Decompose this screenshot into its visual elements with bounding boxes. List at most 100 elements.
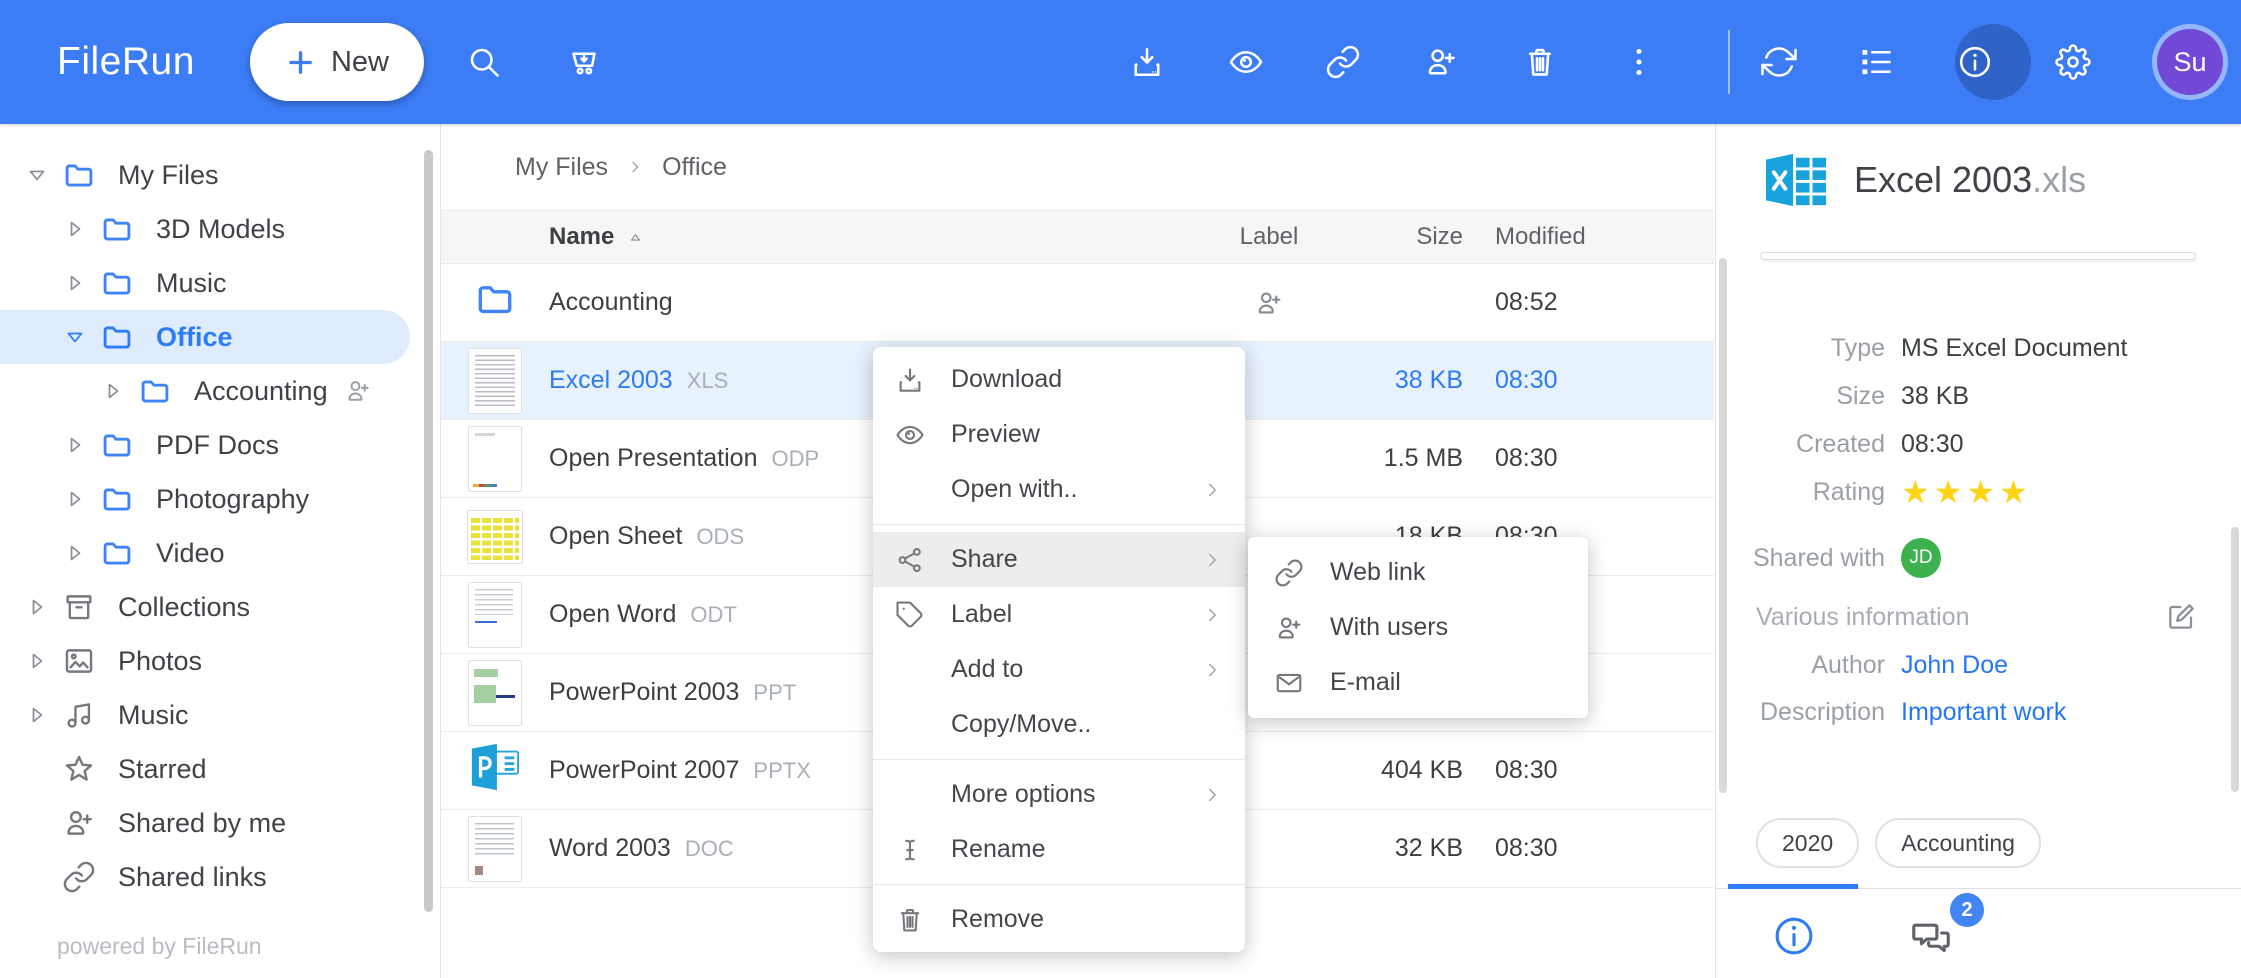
menu-item-label: Rename (951, 835, 1046, 864)
sidebar-item-accounting[interactable]: Accounting (0, 364, 440, 418)
sidebar-item-office[interactable]: Office (0, 310, 410, 364)
expand-toggle-icon[interactable] (60, 214, 90, 244)
detail-link-value[interactable]: John Doe (1901, 651, 2008, 680)
top-bar: FileRun New Su (0, 0, 2241, 124)
sidebar-item-starred[interactable]: Starred (0, 742, 440, 796)
toolbar-list-view-icon[interactable] (1858, 44, 1894, 80)
toolbar-eye-icon[interactable] (1228, 44, 1264, 80)
sidebar-scrollbar-thumb[interactable] (424, 150, 433, 912)
column-header-size[interactable]: Size (1349, 223, 1479, 251)
menu-item-label: Preview (951, 420, 1040, 449)
collapse-toggle-icon[interactable] (60, 322, 90, 352)
sidebar-item-photos[interactable]: Photos (0, 634, 440, 688)
toolbar-download-icon[interactable] (1129, 44, 1165, 80)
folder-icon (100, 320, 134, 354)
menu-item-web-link[interactable]: Web link (1248, 545, 1588, 600)
details-scrollbar-thumb[interactable] (2231, 527, 2239, 792)
column-header-modified[interactable]: Modified (1479, 223, 1714, 251)
powered-by-text: powered by FileRun (57, 933, 262, 960)
toolbar-search-icon[interactable] (466, 44, 502, 80)
sidebar-item-pdf-docs[interactable]: PDF Docs (0, 418, 440, 472)
sidebar-item-3d-models[interactable]: 3D Models (0, 202, 440, 256)
file-list-scrollbar-thumb[interactable] (1719, 258, 1727, 793)
sidebar-item-collections[interactable]: Collections (0, 580, 440, 634)
file-modified: 08:30 (1479, 366, 1714, 395)
sidebar-item-shared-by-me[interactable]: Shared by me (0, 796, 440, 850)
plus-icon (285, 47, 316, 78)
menu-item-label[interactable]: Label (873, 587, 1245, 642)
sidebar-item-music[interactable]: Music (0, 688, 440, 742)
file-thumbnail (467, 510, 523, 564)
edit-icon[interactable] (2165, 601, 2197, 633)
toolbar-refresh-icon[interactable] (1761, 44, 1797, 80)
menu-item-label: Open with.. (951, 475, 1077, 504)
menu-divider (873, 884, 1245, 885)
menu-item-with-users[interactable]: With users (1248, 600, 1588, 655)
detail-link-value[interactable]: Important work (1901, 698, 2066, 727)
sidebar-item-label: Music (156, 268, 227, 299)
detail-value: MS Excel Document (1901, 334, 2127, 363)
menu-item-open-with[interactable]: Open with.. (873, 462, 1245, 517)
toolbar-info-icon[interactable] (1957, 44, 1993, 80)
file-modified: 08:30 (1479, 756, 1714, 785)
breadcrumb-item-my-files[interactable]: My Files (515, 153, 608, 182)
sidebar-item-video[interactable]: Video (0, 526, 440, 580)
collapse-toggle-icon[interactable] (22, 160, 52, 190)
sidebar-item-label: Collections (118, 592, 250, 623)
tab-comments[interactable] (1909, 916, 1953, 960)
menu-item-copy-move[interactable]: Copy/Move.. (873, 697, 1245, 752)
chevron-right-icon (1201, 659, 1223, 681)
menu-item-label: With users (1330, 613, 1448, 642)
expand-toggle-icon[interactable] (22, 700, 52, 730)
file-name: Accounting (549, 288, 673, 317)
new-button-label: New (331, 46, 389, 79)
menu-item-download[interactable]: Download (873, 352, 1245, 407)
menu-item-e-mail[interactable]: E-mail (1248, 655, 1588, 710)
app-logo[interactable]: FileRun (57, 0, 195, 124)
sidebar-item-shared-links[interactable]: Shared links (0, 850, 440, 904)
toolbar-dots-vertical-icon[interactable] (1621, 44, 1657, 80)
rating-stars[interactable]: ★★★★ (1901, 473, 2032, 511)
new-button[interactable]: New (250, 23, 424, 101)
share-icon (895, 545, 925, 575)
image-icon (62, 644, 96, 678)
file-row-accounting[interactable]: Accounting08:52 (441, 264, 1714, 342)
file-extension: ODS (696, 524, 744, 550)
envelope-icon (1274, 668, 1304, 698)
user-avatar[interactable]: Su (2157, 29, 2223, 95)
toolbar-trash-icon[interactable] (1522, 44, 1558, 80)
detail-row-description: DescriptionImportant work (1716, 688, 2241, 736)
sidebar-item-label: Shared by me (118, 808, 286, 839)
shared-with-avatar[interactable]: JD (1901, 538, 1941, 578)
toolbar-link-icon[interactable] (1325, 44, 1361, 80)
expand-toggle-icon[interactable] (60, 538, 90, 568)
sidebar-item-music[interactable]: Music (0, 256, 440, 310)
expand-toggle-icon[interactable] (22, 646, 52, 676)
tab-info[interactable] (1772, 914, 1816, 958)
file-name: PowerPoint 2003 (549, 678, 739, 707)
toolbar-person-add-icon[interactable] (1423, 44, 1459, 80)
tag-2020[interactable]: 2020 (1756, 818, 1859, 868)
menu-item-preview[interactable]: Preview (873, 407, 1245, 462)
file-extension: PPTX (753, 758, 810, 784)
details-file-title: Excel 2003.xls (1854, 159, 2086, 201)
menu-item-rename[interactable]: Rename (873, 822, 1245, 877)
expand-toggle-icon[interactable] (60, 484, 90, 514)
toolbar-settings-icon[interactable] (2055, 44, 2091, 80)
expand-toggle-icon[interactable] (98, 376, 128, 406)
expand-toggle-icon[interactable] (60, 268, 90, 298)
toolbar-cart-icon[interactable] (566, 44, 602, 80)
sidebar-item-my-files[interactable]: My Files (0, 148, 440, 202)
column-header-label[interactable]: Label (1189, 223, 1349, 251)
expand-toggle-icon[interactable] (22, 592, 52, 622)
menu-item-more-options[interactable]: More options (873, 767, 1245, 822)
menu-item-share[interactable]: Share (873, 532, 1245, 587)
expand-toggle-icon[interactable] (60, 430, 90, 460)
menu-item-remove[interactable]: Remove (873, 892, 1245, 947)
breadcrumb-item-office[interactable]: Office (662, 153, 727, 182)
tag-accounting[interactable]: Accounting (1875, 818, 2041, 868)
details-file-name: Excel 2003 (1854, 159, 2032, 200)
sidebar-item-photography[interactable]: Photography (0, 472, 440, 526)
column-header-name[interactable]: Name (549, 223, 1189, 251)
menu-item-add-to[interactable]: Add to (873, 642, 1245, 697)
